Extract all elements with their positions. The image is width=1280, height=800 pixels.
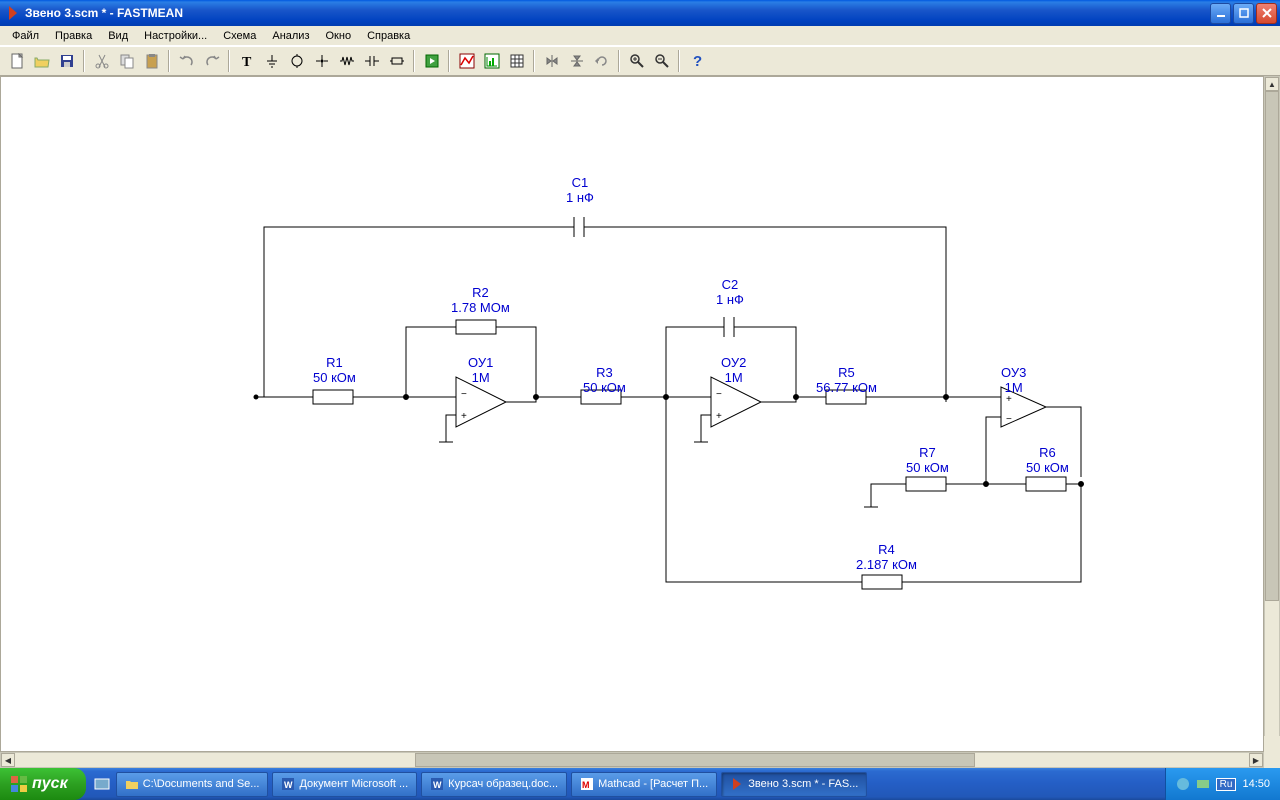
copy-icon[interactable]: [115, 50, 138, 72]
mathcad-icon: M: [580, 777, 594, 791]
start-label: пуск: [32, 775, 68, 793]
taskbar: пуск C:\Documents and Se... W Документ M…: [0, 768, 1280, 800]
tray-icon-1[interactable]: [1176, 777, 1190, 791]
zoom-out-icon[interactable]: [650, 50, 673, 72]
rotate-icon[interactable]: [590, 50, 613, 72]
word-icon: W: [281, 777, 295, 791]
zoom-in-icon[interactable]: [625, 50, 648, 72]
language-indicator[interactable]: Ru: [1216, 778, 1237, 791]
svg-text:W: W: [284, 780, 293, 790]
taskbar-item-1[interactable]: W Документ Microsoft ...: [272, 772, 417, 797]
label-r7: R750 кОм: [906, 445, 949, 475]
show-desktop-icon[interactable]: [92, 776, 112, 792]
table-icon[interactable]: [505, 50, 528, 72]
label-r4: R42.187 кОм: [856, 542, 917, 572]
taskbar-item-2[interactable]: W Курсач образец.doc...: [421, 772, 567, 797]
flip-v-icon[interactable]: [565, 50, 588, 72]
svg-text:+: +: [716, 411, 722, 422]
canvas-area: − + −: [0, 76, 1280, 768]
run-icon[interactable]: [420, 50, 443, 72]
svg-text:W: W: [433, 780, 442, 790]
plot-green-icon[interactable]: [480, 50, 503, 72]
hscroll-thumb[interactable]: [415, 753, 975, 767]
taskbar-item-4[interactable]: Звено 3.scm * - FAS...: [721, 772, 867, 797]
inductor-icon[interactable]: [385, 50, 408, 72]
label-ou1: ОУ11М: [468, 355, 493, 385]
help-icon[interactable]: ?: [685, 50, 708, 72]
new-icon[interactable]: [5, 50, 28, 72]
capacitor-icon[interactable]: [360, 50, 383, 72]
taskbar-item-0[interactable]: C:\Documents and Se...: [116, 772, 269, 797]
label-r1: R150 кОм: [313, 355, 356, 385]
app-icon: [5, 5, 21, 21]
svg-text:−: −: [716, 389, 722, 400]
system-tray: Ru 14:50: [1165, 768, 1280, 800]
menu-edit[interactable]: Правка: [47, 28, 100, 44]
horizontal-scrollbar[interactable]: ◀ ▶: [0, 752, 1264, 768]
close-button[interactable]: [1256, 3, 1277, 24]
cut-icon[interactable]: [90, 50, 113, 72]
scroll-right-icon[interactable]: ▶: [1249, 753, 1263, 767]
menubar: Файл Правка Вид Настройки... Схема Анали…: [0, 26, 1280, 46]
maximize-button[interactable]: [1233, 3, 1254, 24]
label-r3: R350 кОм: [583, 365, 626, 395]
svg-text:−: −: [461, 389, 467, 400]
minimize-button[interactable]: [1210, 3, 1231, 24]
menu-settings[interactable]: Настройки...: [136, 28, 215, 44]
clock[interactable]: 14:50: [1242, 778, 1270, 790]
plot-red-icon[interactable]: [455, 50, 478, 72]
menu-analysis[interactable]: Анализ: [264, 28, 317, 44]
flip-h-icon[interactable]: [540, 50, 563, 72]
tray-icon-2[interactable]: [1196, 777, 1210, 791]
ground-icon[interactable]: [260, 50, 283, 72]
resistor-icon[interactable]: [335, 50, 358, 72]
schematic-svg: − + −: [1, 77, 1261, 752]
windows-logo-icon: [10, 775, 28, 793]
svg-text:−: −: [1006, 414, 1012, 425]
folder-icon: [125, 777, 139, 791]
resize-grip[interactable]: [1264, 736, 1280, 752]
svg-text:+: +: [1006, 394, 1012, 405]
node-icon[interactable]: [310, 50, 333, 72]
menu-help[interactable]: Справка: [359, 28, 418, 44]
undo-icon[interactable]: [175, 50, 198, 72]
paste-icon[interactable]: [140, 50, 163, 72]
redo-icon[interactable]: [200, 50, 223, 72]
label-ou2: ОУ21М: [721, 355, 746, 385]
vertical-scrollbar[interactable]: ▲ ▼: [1264, 76, 1280, 752]
taskbar-item-3[interactable]: M Mathcad - [Расчет П...: [571, 772, 717, 797]
svg-text:?: ?: [693, 53, 702, 69]
open-icon[interactable]: [30, 50, 53, 72]
menu-view[interactable]: Вид: [100, 28, 136, 44]
label-ou3: ОУ31М: [1001, 365, 1026, 395]
source-icon[interactable]: [285, 50, 308, 72]
menu-file[interactable]: Файл: [4, 28, 47, 44]
start-button[interactable]: пуск: [0, 768, 86, 800]
save-icon[interactable]: [55, 50, 78, 72]
window-title: Звено 3.scm * - FASTMEAN: [25, 6, 183, 20]
scroll-up-icon[interactable]: ▲: [1265, 77, 1279, 91]
scroll-left-icon[interactable]: ◀: [1, 753, 15, 767]
label-c2: C21 нФ: [716, 277, 744, 307]
label-r6: R650 кОм: [1026, 445, 1069, 475]
label-r5: R556.77 кОм: [816, 365, 877, 395]
word-icon: W: [430, 777, 444, 791]
schematic-canvas[interactable]: − + −: [0, 76, 1264, 752]
svg-text:T: T: [242, 55, 252, 69]
toolbar: T ?: [0, 46, 1280, 76]
svg-text:+: +: [461, 411, 467, 422]
text-tool-icon[interactable]: T: [235, 50, 258, 72]
svg-text:M: M: [582, 780, 590, 790]
label-c1: C11 нФ: [566, 175, 594, 205]
menu-scheme[interactable]: Схема: [215, 28, 264, 44]
menu-window[interactable]: Окно: [318, 28, 360, 44]
label-r2: R21.78 МОм: [451, 285, 510, 315]
vscroll-thumb[interactable]: [1265, 91, 1279, 601]
window-titlebar: Звено 3.scm * - FASTMEAN: [0, 0, 1280, 26]
fastmean-icon: [730, 777, 744, 791]
